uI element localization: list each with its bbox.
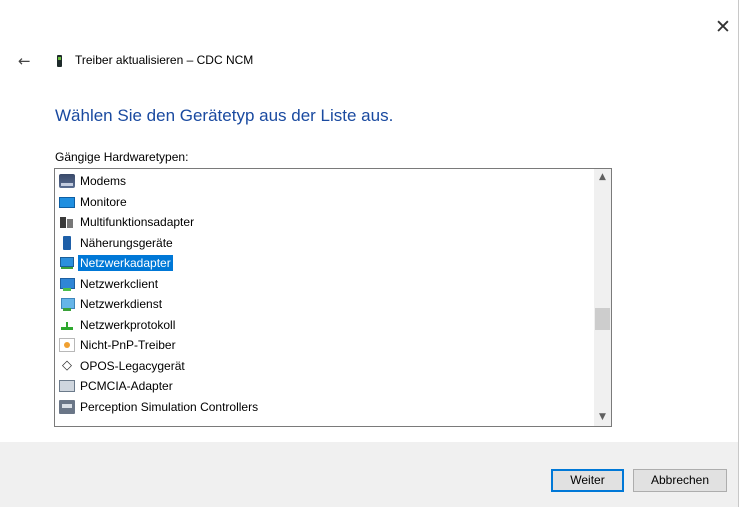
network-adapter-icon: [59, 256, 75, 270]
list-item-label: OPOS-Legacygerät: [80, 358, 185, 373]
network-service-icon: [59, 297, 75, 312]
list-item[interactable]: ◇ OPOS-Legacygerät: [59, 356, 593, 377]
next-button[interactable]: Weiter: [551, 469, 624, 492]
list-item[interactable]: Modems: [59, 171, 593, 192]
list-item[interactable]: Perception Simulation Controllers: [59, 397, 593, 418]
scrollbar-thumb[interactable]: [595, 308, 610, 330]
list-item-label: Netzwerkclient: [80, 276, 159, 291]
list-item[interactable]: Netzwerkclient: [59, 274, 593, 295]
cancel-button[interactable]: Abbrechen: [633, 469, 727, 492]
list-item-label: Netzwerkdienst: [80, 297, 163, 312]
network-client-icon: [59, 277, 75, 291]
list-item[interactable]: PCMCIA-Adapter: [59, 376, 593, 397]
list-item-label: Perception Simulation Controllers: [80, 399, 259, 414]
list-item[interactable]: Näherungsgeräte: [59, 233, 593, 254]
pcmcia-adapter-icon: [59, 380, 75, 393]
list-item-label: Nicht-PnP-Treiber: [80, 338, 176, 353]
window-title: Treiber aktualisieren – CDC NCM: [75, 53, 254, 67]
update-driver-window: ✕ ← Treiber aktualisieren – CDC NCM Wähl…: [0, 0, 739, 507]
list-item-label: Näherungsgeräte: [80, 235, 173, 250]
monitor-icon: [59, 196, 75, 208]
usb-device-icon: [57, 55, 62, 67]
list-item[interactable]: Nicht-PnP-Treiber: [59, 335, 593, 356]
close-icon[interactable]: ✕: [712, 16, 734, 38]
list-item-label: Modems: [80, 174, 127, 189]
list-item-label: Multifunktionsadapter: [80, 215, 195, 230]
list-item-label: Netzwerkadapter: [78, 255, 173, 272]
list-item-partial[interactable]: [59, 417, 593, 426]
list-item[interactable]: Netzwerkprotokoll: [59, 315, 593, 336]
scroll-down-icon[interactable]: ▼: [594, 409, 611, 426]
list-item-selected[interactable]: Netzwerkadapter: [59, 253, 593, 274]
list-item-label: Netzwerkprotokoll: [80, 317, 176, 332]
list-item[interactable]: Multifunktionsadapter: [59, 212, 593, 233]
hardware-types-listbox[interactable]: Modems Monitore Multifunktionsadapter Nä…: [54, 168, 612, 427]
opos-device-icon: ◇: [62, 357, 72, 373]
list-item-label: Monitore: [80, 194, 127, 209]
network-protocol-icon: [59, 318, 75, 332]
hardware-types-items: Modems Monitore Multifunktionsadapter Nä…: [59, 171, 593, 426]
proximity-device-icon: [59, 235, 75, 250]
hardware-types-label: Gängige Hardwaretypen:: [55, 150, 189, 164]
back-arrow-icon[interactable]: ←: [18, 52, 40, 70]
list-item[interactable]: Monitore: [59, 192, 593, 213]
modem-icon: [59, 174, 75, 189]
perception-controller-icon: [59, 399, 75, 414]
scroll-up-icon[interactable]: ▲: [594, 169, 611, 186]
multifunction-adapter-icon: [59, 215, 75, 229]
vertical-scrollbar[interactable]: ▲ ▼: [594, 169, 611, 426]
page-heading: Wählen Sie den Gerätetyp aus der Liste a…: [55, 106, 394, 125]
dialog-footer: [0, 442, 738, 507]
non-pnp-driver-icon: [59, 338, 75, 353]
list-item-label: PCMCIA-Adapter: [80, 379, 173, 394]
list-item[interactable]: Netzwerkdienst: [59, 294, 593, 315]
